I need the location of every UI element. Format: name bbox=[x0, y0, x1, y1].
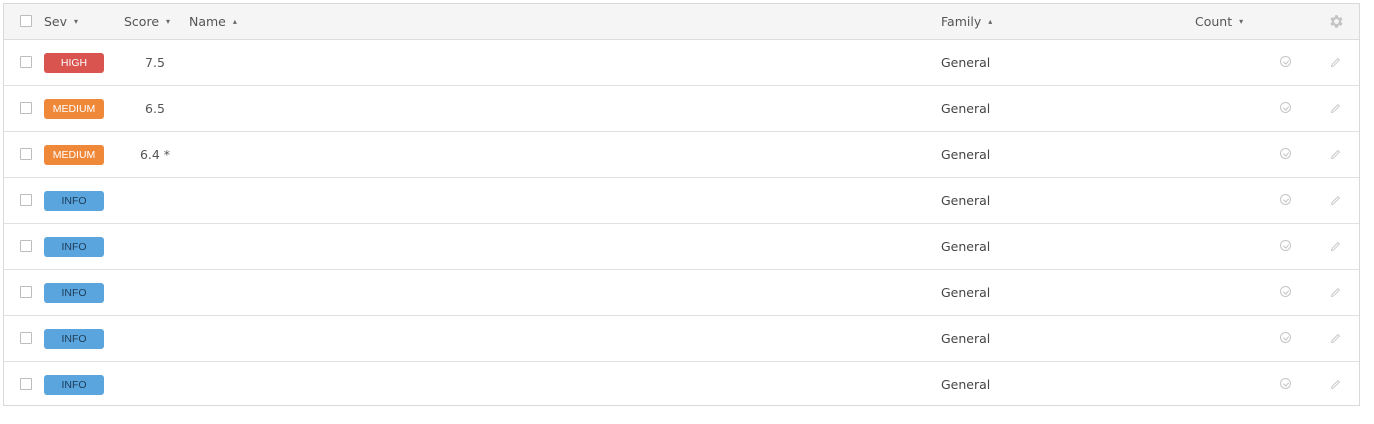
name-cell[interactable] bbox=[182, 224, 565, 269]
name-cell[interactable] bbox=[182, 86, 565, 131]
column-label-family: Family bbox=[941, 14, 982, 29]
family-value: General bbox=[941, 285, 991, 300]
sort-desc-icon: ▾ bbox=[1239, 17, 1244, 26]
check-circle-icon[interactable] bbox=[1280, 148, 1291, 159]
sort-asc-icon: ▴ bbox=[988, 17, 993, 26]
severity-badge: MEDIUM bbox=[44, 145, 104, 165]
row-checkbox[interactable] bbox=[20, 56, 32, 68]
score-value: 6.5 bbox=[145, 101, 165, 116]
count-cell bbox=[1199, 316, 1251, 361]
count-cell bbox=[1199, 270, 1251, 315]
family-value: General bbox=[941, 193, 991, 208]
pencil-icon[interactable] bbox=[1329, 378, 1342, 391]
pencil-icon[interactable] bbox=[1329, 240, 1342, 253]
family-value: General bbox=[941, 101, 991, 116]
column-label-sev: Sev bbox=[44, 14, 68, 29]
pencil-icon[interactable] bbox=[1329, 148, 1342, 161]
pencil-icon[interactable] bbox=[1329, 56, 1342, 69]
column-header-sev[interactable]: Sev ▾ bbox=[44, 4, 78, 39]
pencil-icon[interactable] bbox=[1329, 194, 1342, 207]
count-cell bbox=[1199, 40, 1251, 85]
row-checkbox[interactable] bbox=[20, 240, 32, 252]
row-checkbox[interactable] bbox=[20, 194, 32, 206]
severity-badge: INFO bbox=[44, 191, 104, 211]
table-row[interactable]: HIGH 7.5 General bbox=[4, 40, 1359, 86]
name-cell[interactable] bbox=[182, 178, 565, 223]
check-circle-icon[interactable] bbox=[1280, 240, 1291, 251]
column-header-name[interactable]: Name ▴ bbox=[189, 4, 237, 39]
pencil-icon[interactable] bbox=[1329, 332, 1342, 345]
pencil-icon[interactable] bbox=[1329, 102, 1342, 115]
count-cell bbox=[1199, 362, 1251, 407]
severity-badge: INFO bbox=[44, 237, 104, 257]
table-row[interactable]: INFO General bbox=[4, 224, 1359, 270]
count-cell bbox=[1199, 224, 1251, 269]
score-value bbox=[124, 270, 186, 315]
check-circle-icon[interactable] bbox=[1280, 56, 1291, 67]
check-circle-icon[interactable] bbox=[1280, 286, 1291, 297]
table-row[interactable]: MEDIUM 6.5 General bbox=[4, 86, 1359, 132]
name-cell[interactable] bbox=[182, 362, 565, 407]
score-value: 7.5 bbox=[145, 55, 165, 70]
score-value bbox=[124, 178, 186, 223]
name-cell[interactable] bbox=[182, 132, 565, 177]
row-checkbox[interactable] bbox=[20, 102, 32, 114]
table-row[interactable]: MEDIUM 6.4 * General bbox=[4, 132, 1359, 178]
row-checkbox[interactable] bbox=[20, 286, 32, 298]
severity-badge: INFO bbox=[44, 283, 104, 303]
table-body: HIGH 7.5 General MEDIUM 6.5 General MEDIUM 6.4 … bbox=[4, 40, 1359, 408]
table-row[interactable]: INFO General bbox=[4, 316, 1359, 362]
row-checkbox[interactable] bbox=[20, 332, 32, 344]
check-circle-icon[interactable] bbox=[1280, 332, 1291, 343]
table-row[interactable]: INFO General bbox=[4, 270, 1359, 316]
column-label-name: Name bbox=[189, 14, 226, 29]
pencil-icon[interactable] bbox=[1329, 286, 1342, 299]
column-header-family[interactable]: Family ▴ bbox=[941, 4, 992, 39]
name-cell[interactable] bbox=[182, 270, 565, 315]
score-value: 6.4 * bbox=[139, 147, 171, 162]
name-cell[interactable] bbox=[182, 40, 565, 85]
severity-badge: MEDIUM bbox=[44, 99, 104, 119]
family-value: General bbox=[941, 239, 991, 254]
score-value bbox=[124, 362, 186, 407]
family-value: General bbox=[941, 147, 991, 162]
score-value bbox=[124, 224, 186, 269]
severity-badge: HIGH bbox=[44, 53, 104, 73]
column-label-count: Count bbox=[1195, 14, 1233, 29]
column-label-score: Score bbox=[124, 14, 160, 29]
count-cell bbox=[1199, 86, 1251, 131]
count-cell bbox=[1199, 132, 1251, 177]
table-row[interactable]: INFO General bbox=[4, 362, 1359, 408]
column-header-count[interactable]: Count ▾ bbox=[1195, 4, 1243, 39]
family-value: General bbox=[941, 55, 991, 70]
check-circle-icon[interactable] bbox=[1280, 102, 1291, 113]
row-checkbox[interactable] bbox=[20, 378, 32, 390]
table-header: Sev ▾ Score ▾ Name ▴ Family ▴ Count ▾ bbox=[4, 4, 1359, 40]
table-row[interactable]: INFO General bbox=[4, 178, 1359, 224]
check-circle-icon[interactable] bbox=[1280, 378, 1291, 389]
sort-desc-icon: ▾ bbox=[74, 17, 79, 26]
severity-badge: INFO bbox=[44, 375, 104, 395]
column-header-score[interactable]: Score ▾ bbox=[124, 4, 170, 39]
count-cell bbox=[1199, 178, 1251, 223]
check-circle-icon[interactable] bbox=[1280, 194, 1291, 205]
gear-icon[interactable] bbox=[1328, 13, 1345, 30]
vulnerability-table: Sev ▾ Score ▾ Name ▴ Family ▴ Count ▾ HIGH 7.5… bbox=[3, 3, 1360, 406]
sort-asc-icon: ▴ bbox=[232, 17, 237, 26]
severity-badge: INFO bbox=[44, 329, 104, 349]
sort-desc-icon: ▾ bbox=[166, 17, 171, 26]
score-value bbox=[124, 316, 186, 361]
select-all-checkbox[interactable] bbox=[20, 15, 32, 27]
row-checkbox[interactable] bbox=[20, 148, 32, 160]
name-cell[interactable] bbox=[182, 316, 565, 361]
family-value: General bbox=[941, 377, 991, 392]
family-value: General bbox=[941, 331, 991, 346]
